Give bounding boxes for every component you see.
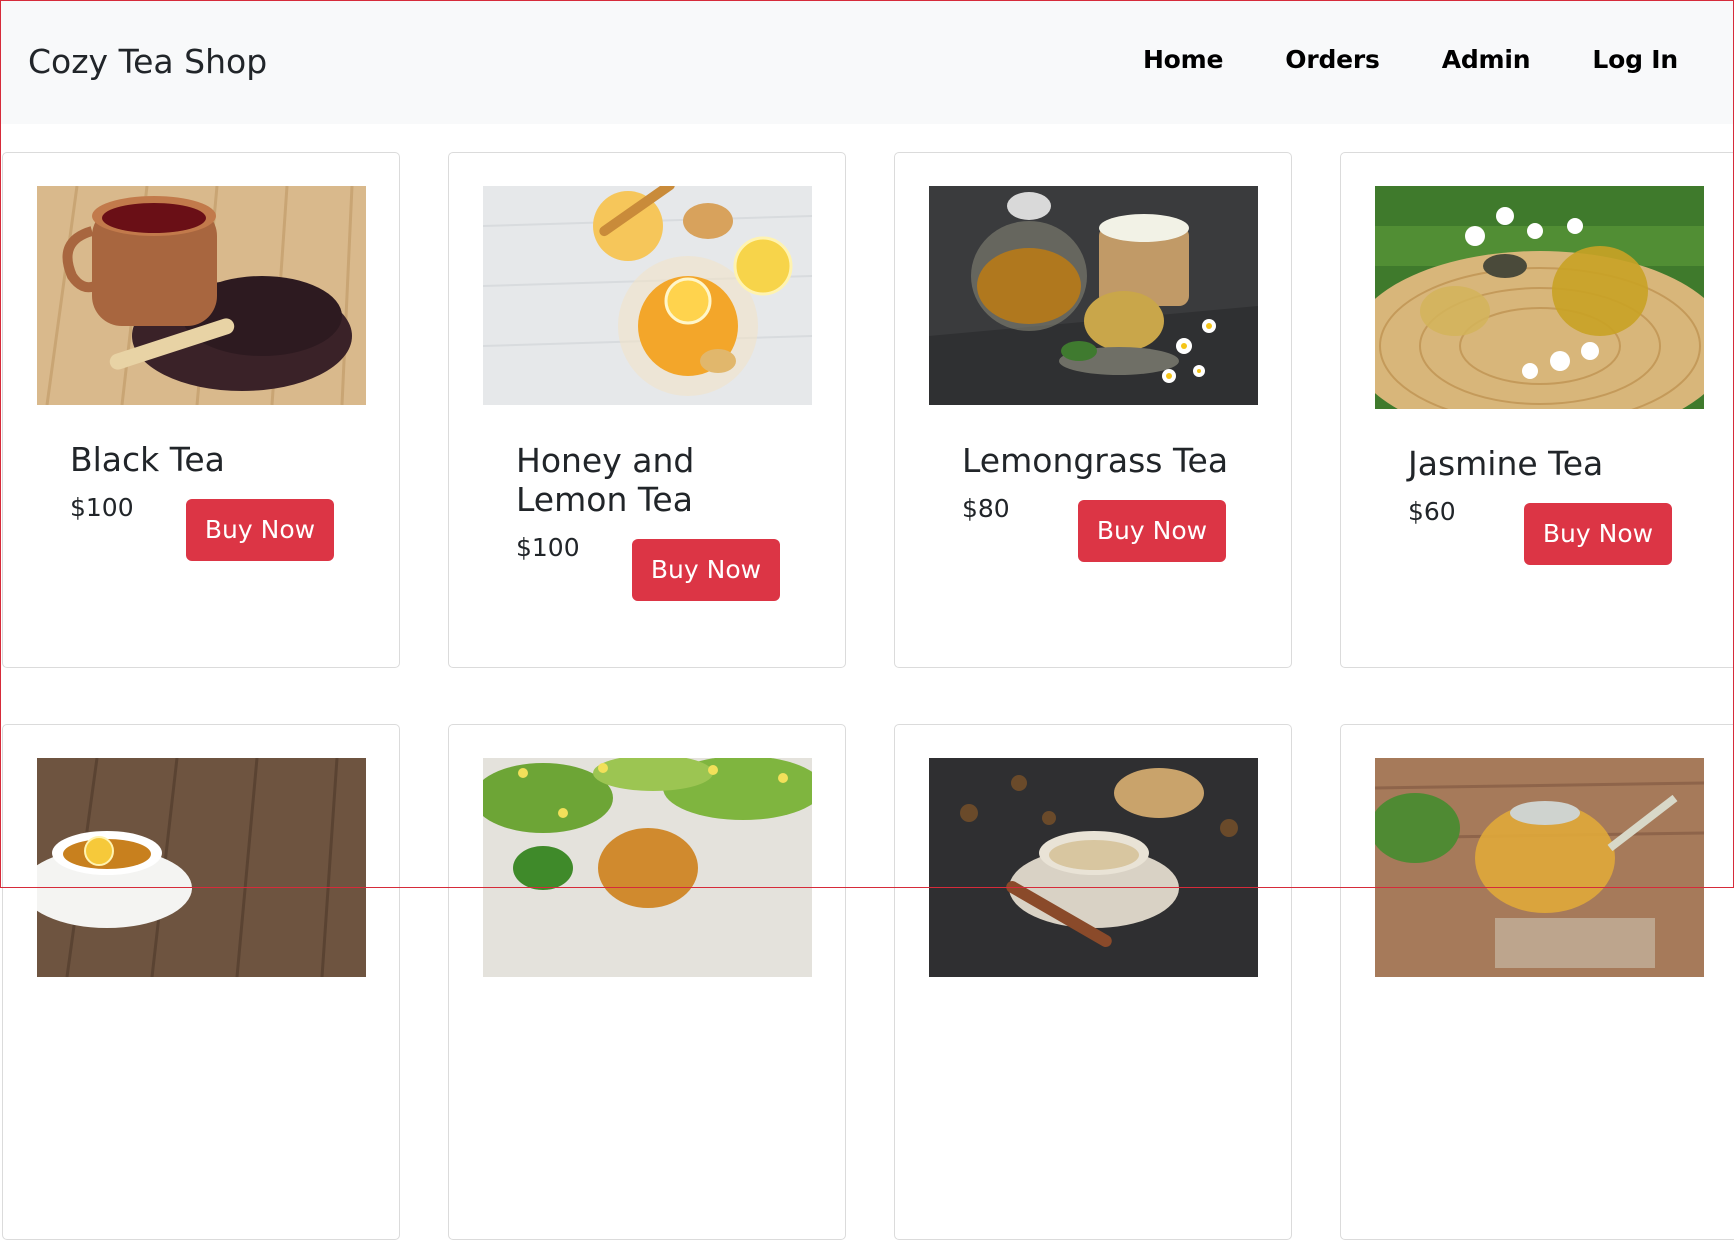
product-card-lemongrass-tea: Lemongrass Tea $80 Buy Now <box>894 152 1292 668</box>
herbal-teapot-image <box>1375 758 1704 977</box>
navbar: Cozy Tea Shop Home Orders Admin Log In <box>0 0 1734 124</box>
product-name: Honey and Lemon Tea <box>516 441 695 519</box>
product-card <box>1340 724 1734 1240</box>
buy-now-button[interactable]: Buy Now <box>1078 500 1226 562</box>
chai-tea-image <box>929 758 1258 977</box>
lemon-tea-cup-image <box>37 758 366 977</box>
product-price: $100 <box>516 533 580 562</box>
brand-logo-text[interactable]: Cozy Tea Shop <box>28 42 267 81</box>
linden-tea-image <box>483 758 812 977</box>
lemongrass-tea-image <box>929 186 1258 405</box>
nav-login-link[interactable]: Log In <box>1592 45 1678 74</box>
product-price: $60 <box>1408 497 1456 526</box>
jasmine-tea-image <box>1375 186 1704 409</box>
product-name: Lemongrass Tea <box>962 441 1229 480</box>
product-name: Black Tea <box>70 440 225 479</box>
product-price: $80 <box>962 494 1010 523</box>
nav-links: Home Orders Admin Log In <box>1143 45 1678 74</box>
product-card-black-tea: Black Tea $100 Buy Now <box>2 152 400 668</box>
nav-admin-link[interactable]: Admin <box>1442 45 1531 74</box>
product-card-jasmine-tea: Jasmine Tea $60 Buy Now <box>1340 152 1734 668</box>
buy-now-button[interactable]: Buy Now <box>186 499 334 561</box>
product-card <box>894 724 1292 1240</box>
buy-now-button[interactable]: Buy Now <box>1524 503 1672 565</box>
product-card <box>448 724 846 1240</box>
nav-home-link[interactable]: Home <box>1143 45 1224 74</box>
black-tea-image <box>37 186 366 405</box>
product-card <box>2 724 400 1240</box>
honey-lemon-tea-image <box>483 186 812 405</box>
buy-now-button[interactable]: Buy Now <box>632 539 780 601</box>
nav-orders-link[interactable]: Orders <box>1285 45 1380 74</box>
product-price: $100 <box>70 493 134 522</box>
product-card-honey-lemon-tea: Honey and Lemon Tea $100 Buy Now <box>448 152 846 668</box>
product-name: Jasmine Tea <box>1408 444 1604 483</box>
